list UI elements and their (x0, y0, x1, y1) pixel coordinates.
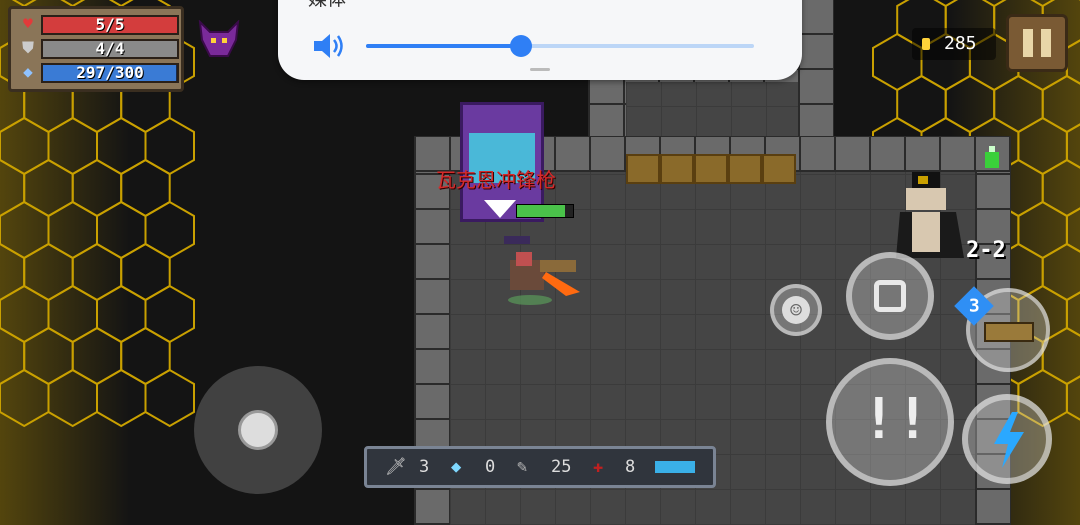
hex-cell (1065, 291, 1080, 337)
rifle-weapon-icon (984, 322, 1034, 342)
hex-cell (0, 158, 26, 218)
skill-button[interactable] (962, 394, 1052, 484)
sword-count: 3 (419, 457, 430, 477)
hex-cell (0, 326, 26, 386)
player-health-bar (516, 204, 574, 218)
crate (694, 154, 728, 184)
inventory-bar: 🗡 3 ◆ 0 ✎ 25 ✚ 8 (364, 446, 716, 488)
hex-cell (96, 368, 147, 428)
armor-value: 4/4 (95, 39, 125, 58)
hex-cell (47, 200, 98, 260)
hex-cell (47, 116, 98, 176)
player-pointer-icon (484, 200, 516, 218)
hex-cell (144, 368, 195, 428)
hp-bar: 5/5 (41, 15, 179, 35)
hex-cell (0, 242, 26, 302)
hex-cell (0, 200, 50, 260)
hex-cell (0, 116, 50, 176)
volume-slider-knob[interactable] (510, 35, 533, 57)
virtual-joystick[interactable] (194, 366, 322, 494)
demon-buff-icon (198, 19, 240, 60)
crate (626, 154, 660, 184)
hex-cell (120, 326, 171, 386)
hex-cell (144, 200, 195, 260)
energy-value: 297/300 (76, 63, 144, 82)
hex-cell (71, 242, 123, 302)
hex-cell (944, 74, 996, 134)
sword-icon: 🗡 (385, 457, 407, 477)
coin-value: 285 (944, 33, 977, 54)
crate (660, 154, 694, 184)
overlay-drag-handle[interactable] (530, 68, 550, 71)
hex-cell (1041, 158, 1080, 218)
hex-cell (0, 284, 50, 344)
pause-button[interactable] (1006, 14, 1068, 72)
gem-count: 0 (485, 457, 496, 477)
hex-cell (1065, 375, 1080, 421)
gun-icon (655, 461, 695, 473)
dungeon-floor-upper (626, 82, 798, 142)
stage-indicator: 2-2 (966, 238, 1006, 263)
feather-icon: ✎ (517, 457, 528, 477)
hex-cell (96, 200, 147, 260)
smile-icon: ☺ (782, 296, 810, 324)
swap-weapon-button[interactable] (846, 252, 934, 340)
hex-cell (120, 242, 171, 302)
weapon-name-label: 瓦克恩冲锋枪 (436, 168, 556, 192)
hex-cell (1041, 242, 1080, 302)
hex-cell (1017, 200, 1068, 260)
hex-cell (1041, 74, 1080, 134)
heart-icon: ♥ (23, 14, 33, 33)
player-character (496, 232, 582, 308)
hex-cell (1065, 123, 1080, 169)
hex-cell (23, 242, 74, 302)
volume-slider-fill (366, 44, 522, 48)
hex-cell (1065, 39, 1080, 85)
hex-cell (1017, 116, 1068, 176)
coin-counter: 285 (912, 28, 996, 60)
hex-cell (47, 368, 98, 428)
gem-icon: ◆ (451, 457, 462, 477)
attack-button[interactable]: !! (826, 358, 954, 486)
swap-icon (874, 280, 906, 312)
hp-value: 5/5 (95, 15, 125, 34)
merchant-npc[interactable] (896, 172, 964, 258)
hex-cell (96, 284, 147, 344)
cross-count: 8 (625, 457, 636, 477)
crate (762, 154, 796, 184)
energy-diamond-icon: ◆ (23, 62, 33, 81)
system-volume-overlay: 媒体 (278, 0, 802, 80)
player-stats-panel: ♥ 5/5 ⛊ 4/4 ◆ 297/300 (8, 6, 184, 92)
attack-icon: !! (862, 387, 930, 452)
cross-icon: ✚ (593, 457, 604, 477)
volume-slider[interactable] (366, 35, 754, 57)
volume-title: 媒体 (308, 0, 346, 11)
crate (728, 154, 762, 184)
feather-count: 25 (551, 457, 572, 477)
emote-button[interactable]: ☺ (770, 284, 822, 336)
hex-cell (144, 116, 195, 176)
hex-cell (71, 158, 123, 218)
lightning-icon (994, 412, 1024, 468)
hex-cell (47, 284, 98, 344)
coin-icon (922, 38, 930, 50)
joystick-knob[interactable] (238, 410, 278, 450)
hex-cell (0, 368, 50, 428)
green-potion-icon (984, 146, 1000, 168)
speaker-icon[interactable] (312, 32, 346, 64)
hex-cell (144, 284, 195, 344)
hex-cell (96, 116, 147, 176)
hex-cell (993, 74, 1044, 134)
energy-bar: 297/300 (41, 63, 179, 83)
hex-cell (23, 326, 74, 386)
hex-cell (120, 158, 171, 218)
hex-cell (896, 74, 947, 134)
hex-cell (23, 158, 74, 218)
hex-cell (71, 326, 123, 386)
armor-bar: 4/4 (41, 39, 179, 59)
shield-icon: ⛊ (21, 38, 34, 57)
hex-cell (1065, 207, 1080, 253)
